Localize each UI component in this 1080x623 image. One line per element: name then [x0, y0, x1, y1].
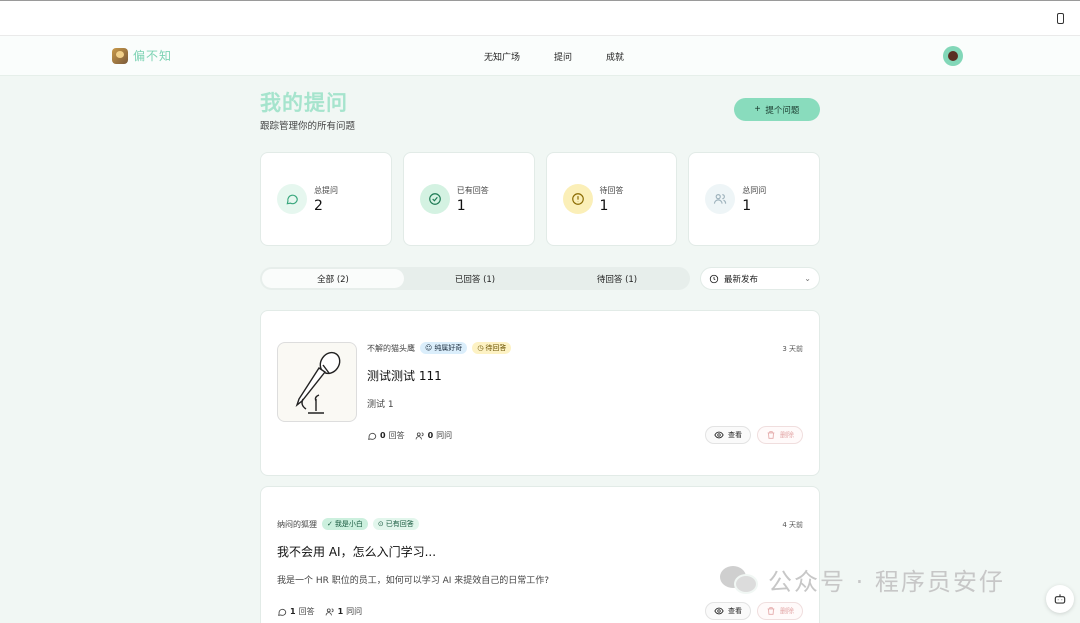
user-avatar[interactable]	[943, 46, 963, 66]
stat-label: 已有回答	[456, 186, 489, 195]
question-actions: 查看 删除	[705, 426, 803, 444]
author-name[interactable]: 不解的猫头鹰	[367, 343, 415, 354]
question-counts: 0 回答 0 同问	[367, 430, 452, 441]
tab-all[interactable]: 全部 (2)	[262, 269, 404, 288]
main-menu: 无知广场 提问 成就	[484, 50, 658, 63]
chevron-down-icon: ⌄	[804, 274, 811, 283]
plus-icon: +	[754, 104, 761, 115]
users-icon	[415, 431, 424, 439]
level-badge: ✓ 我是小白	[322, 518, 368, 530]
question-time: 4 天前	[782, 521, 803, 529]
question-counts: 1 回答 1 同问	[277, 606, 362, 617]
question-body: 测试 1	[367, 400, 394, 410]
same-question-count: 0 同问	[415, 430, 452, 441]
question-body: 我是一个 HR 职位的员工，如何可以学习 AI 来提效自己的日常工作?	[277, 576, 550, 586]
sort-select[interactable]: 最新发布 ⌄	[700, 267, 820, 290]
ask-question-label: 提个问题	[765, 104, 800, 115]
nav-item-plaza[interactable]: 无知广场	[484, 50, 520, 63]
alert-circle-icon	[562, 184, 593, 214]
brand-name: 偏不知	[133, 49, 173, 63]
assistant-button[interactable]	[1046, 585, 1074, 613]
message-circle-icon	[368, 432, 377, 440]
wechat-icon	[720, 564, 760, 596]
logo-icon	[112, 47, 128, 64]
question-meta: 纳闷的狐狸 ✓ 我是小白 ⊙ 已有回答	[277, 518, 419, 530]
stat-card-same: 总同问 1	[688, 152, 820, 246]
top-window-strip	[0, 0, 1080, 36]
author-name[interactable]: 纳闷的狐狸	[277, 519, 317, 530]
stat-label: 待回答	[599, 186, 624, 195]
question-title[interactable]: 测试测试 111	[367, 367, 442, 384]
answers-count: 1 回答	[277, 606, 315, 617]
stats-row: 总提问 2 已有回答 1 待回答 1 总同问 1	[260, 152, 820, 246]
delete-button[interactable]: 删除	[757, 426, 803, 444]
stat-value: 1	[456, 198, 466, 214]
page-subtitle: 跟踪管理你的所有问题	[260, 121, 356, 132]
top-navbar: 偏不知 无知广场 提问 成就	[0, 36, 1080, 76]
trash-icon	[767, 431, 775, 439]
device-icon[interactable]	[1057, 13, 1064, 24]
stat-label: 总提问	[314, 186, 338, 195]
question-actions: 查看 删除	[705, 602, 803, 620]
users-icon	[705, 184, 736, 214]
question-image	[277, 342, 357, 422]
stat-value: 1	[742, 198, 752, 214]
stat-card-total: 总提问 2	[260, 152, 392, 246]
sort-value: 最新发布	[724, 274, 759, 285]
tab-answered[interactable]: 已回答 (1)	[404, 269, 546, 288]
ask-question-button[interactable]: + 提个问题	[734, 98, 820, 121]
users-icon	[325, 607, 334, 615]
tab-pending[interactable]: 待回答 (1)	[546, 269, 688, 288]
watermark-text: 公众号 · 程序员安仔	[768, 568, 1005, 596]
level-badge: ☺ 纯属好奇	[420, 342, 468, 354]
view-button[interactable]: 查看	[705, 602, 751, 620]
stat-card-pending: 待回答 1	[545, 152, 678, 246]
question-meta: 不解的猫头鹰 ☺ 纯属好奇 ◷ 待回答	[367, 342, 512, 354]
question-card[interactable]: 纳闷的狐狸 ✓ 我是小白 ⊙ 已有回答 4 天前 我不会用 AI，怎么入门学习.…	[260, 486, 820, 623]
filter-tabs: 全部 (2) 已回答 (1) 待回答 (1)	[260, 267, 690, 290]
same-question-count: 1 同问	[325, 606, 362, 617]
watermark: 公众号 · 程序员安仔	[720, 562, 1005, 597]
clock-icon	[709, 274, 719, 283]
stat-value: 1	[599, 198, 609, 214]
microphone-icon	[295, 351, 341, 414]
status-badge: ⊙ 已有回答	[372, 518, 419, 530]
brand[interactable]: 偏不知	[112, 47, 172, 64]
page-title: 我的提问	[260, 91, 348, 115]
stat-label: 总同问	[742, 186, 767, 195]
nav-item-ask[interactable]: 提问	[554, 50, 572, 63]
message-circle-icon	[277, 184, 307, 214]
view-button[interactable]: 查看	[705, 426, 751, 444]
trash-icon	[767, 607, 775, 615]
answers-count: 0 回答	[367, 430, 405, 441]
status-badge: ◷ 待回答	[472, 342, 512, 354]
nav-item-achievements[interactable]: 成就	[606, 50, 624, 63]
stat-value: 2	[314, 198, 323, 214]
eye-icon	[714, 607, 724, 615]
robot-icon	[1054, 594, 1066, 604]
question-card[interactable]: 不解的猫头鹰 ☺ 纯属好奇 ◷ 待回答 3 天前 测试测试 111 测试 1 0…	[260, 310, 820, 476]
question-title[interactable]: 我不会用 AI，怎么入门学习...	[277, 543, 436, 560]
stat-card-answered: 已有回答 1	[402, 152, 535, 246]
message-circle-icon	[278, 608, 287, 616]
question-time: 3 天前	[782, 345, 803, 353]
delete-button[interactable]: 删除	[757, 602, 803, 620]
check-circle-icon	[419, 184, 450, 214]
eye-icon	[714, 431, 724, 439]
